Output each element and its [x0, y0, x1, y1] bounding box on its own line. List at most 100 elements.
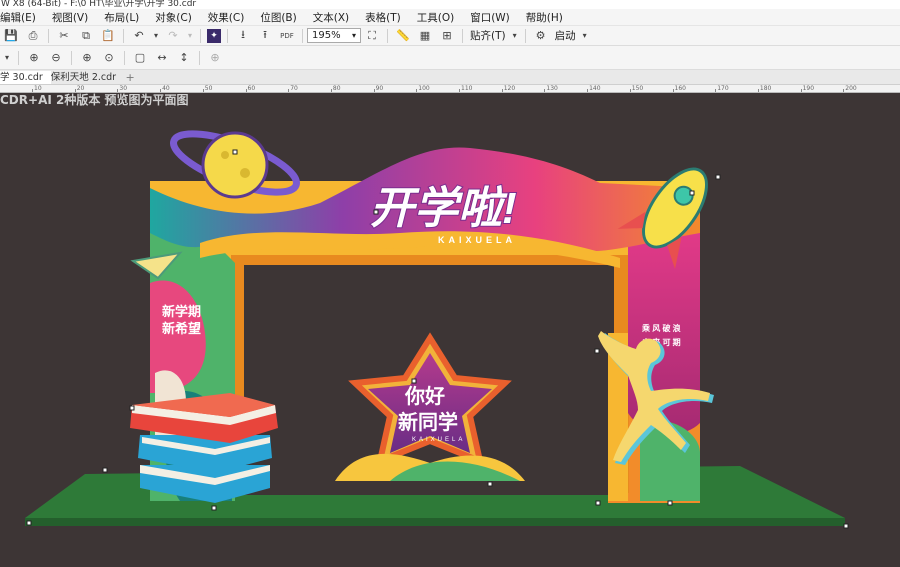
zoom-all-icon[interactable]: ⊙ — [100, 50, 118, 66]
toolbar-divider — [387, 28, 388, 43]
left-slogan-line-1: 新学期 — [162, 304, 201, 319]
tab-document-2[interactable]: 保利天地 2.cdr — [51, 71, 124, 84]
options-gear-icon[interactable]: ⚙ — [532, 28, 550, 44]
zoom-page-icon[interactable]: ▢ — [131, 50, 149, 66]
zoom-in-icon[interactable]: ⊕ — [25, 50, 43, 66]
snap-to-button[interactable]: 贴齐(T) — [470, 28, 506, 43]
search-content-icon[interactable]: ✦ — [207, 28, 221, 43]
chevron-down-icon[interactable]: ▾ — [2, 50, 12, 66]
undo-icon[interactable]: ↶ — [130, 28, 148, 44]
import-icon[interactable]: ⭳ — [234, 28, 252, 44]
main-subtitle-text: KAIXUELA — [438, 235, 516, 245]
ruler-tick-mark — [715, 89, 717, 92]
ruler-tick-label: 70 — [290, 85, 298, 92]
center-text-line-1: 你好 — [404, 384, 445, 408]
toolbar-divider — [124, 50, 125, 65]
toolbar-divider — [524, 28, 526, 43]
menu-bitmaps[interactable]: 位图(B) — [252, 10, 304, 25]
zoom-level-select[interactable]: 195% ▾ — [307, 28, 361, 43]
center-subtitle-text: KAIXUELA — [412, 437, 465, 443]
menu-table[interactable]: 表格(T) — [357, 10, 409, 25]
ruler-tick-label: 150 — [631, 85, 644, 92]
ruler-tick-label: 80 — [332, 85, 341, 92]
new-tab-plus-icon[interactable]: + — [124, 72, 136, 84]
ruler-tick-mark — [416, 89, 418, 92]
full-screen-icon[interactable]: ⛶ — [363, 28, 381, 44]
ruler-tick-label: 20 — [76, 85, 85, 92]
show-guidelines-icon[interactable]: ⊞ — [438, 28, 456, 44]
ruler-tick-label: 160 — [674, 85, 686, 92]
launch-button[interactable]: 启动 — [555, 28, 576, 43]
cut-icon[interactable]: ✂ — [55, 28, 73, 44]
zoom-level-value: 195% — [312, 30, 341, 41]
menu-window[interactable]: 窗口(W) — [462, 10, 518, 25]
export-pdf-icon[interactable]: PDF — [278, 28, 296, 44]
toolbar-divider — [462, 28, 463, 43]
school-gate-artwork[interactable]: 开学啦! KAIXUELA 新学期 新希望 乘 风 破 浪 未 来 可 期 你好… — [0, 93, 900, 567]
main-title-text: 开学啦! — [370, 184, 517, 233]
right-slogan-line-1: 乘 风 破 浪 — [641, 323, 681, 333]
menu-help[interactable]: 帮助(H) — [518, 10, 571, 25]
save-icon[interactable]: 💾 — [2, 28, 20, 44]
print-icon[interactable]: ⎙ — [24, 28, 42, 44]
menu-view[interactable]: 视图(V) — [44, 10, 96, 25]
ruler-tick-label: 10 — [34, 85, 42, 92]
zoom-height-icon[interactable]: ↕ — [175, 50, 193, 66]
menu-text[interactable]: 文本(X) — [305, 10, 357, 25]
toolbar-divider — [18, 50, 19, 65]
zoom-out-icon[interactable]: ⊖ — [47, 50, 65, 66]
menu-edit[interactable]: 编辑(E) — [0, 10, 44, 25]
ruler-tick-mark — [587, 89, 589, 92]
ruler-tick-mark — [672, 89, 674, 92]
ruler-tick-label: 190 — [802, 85, 815, 92]
drawing-canvas[interactable]: CDR+AI 2种版本 预览图为平面图 开学啦! KAIXUELA 新学期 新希… — [0, 93, 900, 567]
ruler-tick-label: 110 — [461, 85, 473, 92]
ruler-tick-mark — [544, 89, 546, 92]
show-grid-icon[interactable]: ▦ — [416, 28, 434, 44]
ruler-tick-mark — [74, 89, 76, 92]
add-preset-icon[interactable]: ⊕ — [206, 50, 224, 66]
ruler-tick-label: 90 — [375, 85, 384, 92]
ruler-tick-mark — [800, 89, 802, 92]
ruler-tick-mark — [373, 89, 375, 92]
zoom-width-icon[interactable]: ↔ — [153, 50, 171, 66]
toolbar-divider — [199, 50, 200, 65]
document-tabs: 学 30.cdr 保利天地 2.cdr + — [0, 70, 900, 85]
menu-layout[interactable]: 布局(L) — [96, 10, 147, 25]
redo-dropdown-icon[interactable]: ▾ — [186, 28, 194, 44]
center-text-line-2: 新同学 — [398, 410, 458, 434]
copy-icon[interactable]: ⧉ — [77, 28, 95, 44]
ruler-tick-mark — [202, 89, 204, 92]
zoom-selected-icon[interactable]: ⊕ — [78, 50, 96, 66]
ruler-tick-mark — [245, 89, 247, 92]
toolbar-divider — [48, 28, 49, 43]
ruler-tick-label: 140 — [589, 85, 601, 92]
show-rulers-icon[interactable]: 📏 — [394, 28, 412, 44]
export-icon[interactable]: ⭱ — [256, 28, 274, 44]
ruler-tick-label: 100 — [418, 85, 430, 92]
ruler-tick-mark — [330, 89, 332, 92]
ruler-tick-label: 30 — [119, 85, 128, 92]
chevron-down-icon[interactable]: ▾ — [581, 28, 589, 44]
chevron-down-icon: ▾ — [351, 31, 356, 40]
ruler-tick-mark — [288, 89, 290, 92]
menu-object[interactable]: 对象(C) — [147, 10, 200, 25]
ruler-tick-mark — [32, 89, 33, 92]
ruler-tick-mark — [757, 89, 759, 92]
menu-effects[interactable]: 效果(C) — [200, 10, 253, 25]
ground-front-edge — [25, 518, 845, 526]
tab-document-1[interactable]: 学 30.cdr — [0, 71, 51, 84]
menu-bar: 编辑(E) 视图(V) 布局(L) 对象(C) 效果(C) 位图(B) 文本(X… — [0, 9, 900, 26]
ruler-tick-mark — [629, 89, 631, 92]
paste-icon[interactable]: 📋 — [99, 28, 117, 44]
redo-icon[interactable]: ↷ — [164, 28, 182, 44]
ruler-tick-mark — [843, 89, 845, 92]
horizontal-ruler[interactable]: 10 20 30 40 50 60 70 80 90 100 110 120 130 140 150 160 1… — [0, 85, 900, 93]
undo-dropdown-icon[interactable]: ▾ — [152, 28, 160, 44]
toolbar-divider — [200, 28, 201, 43]
standard-toolbar: 💾 ⎙ ✂ ⧉ 📋 ↶ ▾ ↷ ▾ ✦ ⭳ ⭱ PDF 195% ▾ ⛶ 📏 ▦… — [0, 26, 900, 46]
ruler-tick-label: 50 — [204, 85, 213, 92]
chevron-down-icon[interactable]: ▾ — [511, 28, 519, 44]
ruler-tick-label: 130 — [546, 85, 558, 92]
menu-tools[interactable]: 工具(O) — [409, 10, 462, 25]
